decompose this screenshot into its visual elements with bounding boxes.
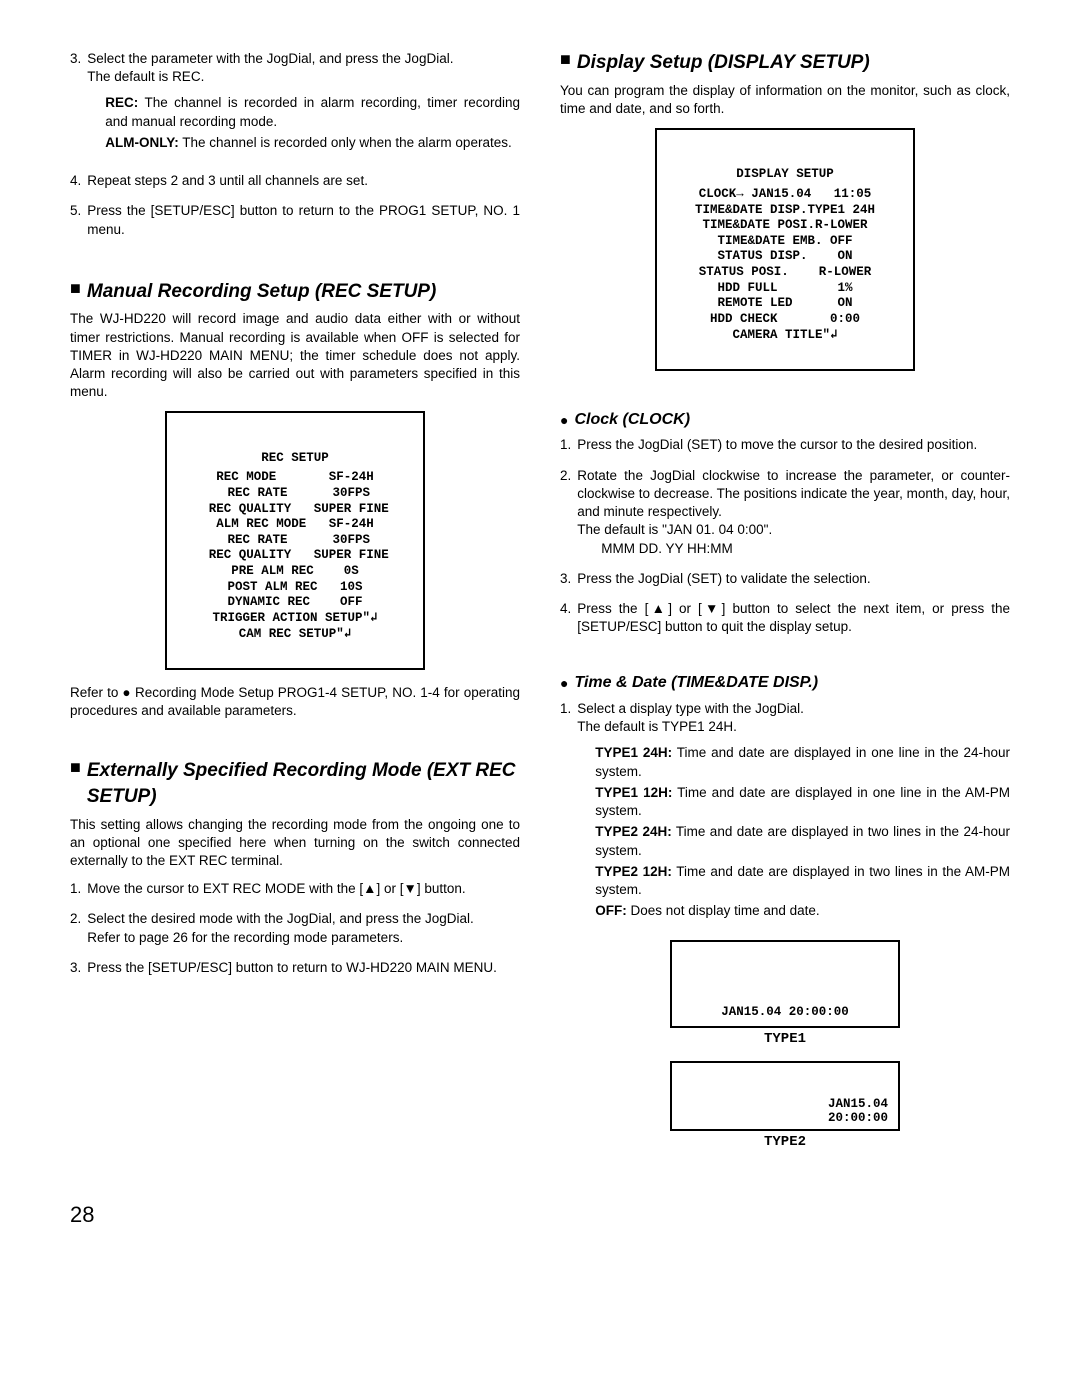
square-icon: ■ <box>70 279 81 297</box>
step-number: 5. <box>70 202 81 238</box>
rec-ref: Refer to ● Recording Mode Setup PROG1-4 … <box>70 684 520 720</box>
rec-setup-screen: REC SETUPREC MODE SF-24H REC RATE 30FPS … <box>165 411 425 669</box>
step-5: 5. Press the [SETUP/ESC] button to retur… <box>70 202 520 238</box>
clock-step-3: 3. Press the JogDial (SET) to validate t… <box>560 570 1010 588</box>
def-type1-24h: TYPE1 24H: Time and date are displayed i… <box>595 744 1010 780</box>
ext-step-1: 1. Move the cursor to EXT REC MODE with … <box>70 880 520 898</box>
ext-step-2: 2. Select the desired mode with the JogD… <box>70 910 520 946</box>
square-icon: ■ <box>560 50 571 68</box>
type1-preview: JAN15.04 20:00:00 <box>670 940 900 1028</box>
def-type1-12h: TYPE1 12H: Time and date are displayed i… <box>595 784 1010 820</box>
def-off: OFF: Does not display time and date. <box>595 902 1010 920</box>
type2-label: TYPE2 <box>560 1133 1010 1152</box>
disp-para: You can program the display of informati… <box>560 82 1010 118</box>
def-rec: REC: The channel is recorded in alarm re… <box>105 94 520 130</box>
step-number: 4. <box>70 172 81 190</box>
rec-setup-para: The WJ-HD220 will record image and audio… <box>70 310 520 401</box>
step-text: Select the parameter with the JogDial, a… <box>87 50 520 68</box>
bullet-icon: ● <box>560 676 568 690</box>
heading-time-date: ● Time & Date (TIME&DATE DISP.) <box>560 672 1010 694</box>
step-number: 3. <box>70 50 81 160</box>
step-sub: The default is REC. <box>87 68 520 86</box>
page-number: 28 <box>70 1200 1010 1230</box>
def-type2-24h: TYPE2 24H: Time and date are displayed i… <box>595 823 1010 859</box>
heading-clock: ● Clock (CLOCK) <box>560 409 1010 431</box>
def-alm-only: ALM-ONLY: The channel is recorded only w… <box>105 134 520 152</box>
heading-rec-setup: ■ Manual Recording Setup (REC SETUP) <box>70 279 520 305</box>
type1-label: TYPE1 <box>560 1030 1010 1049</box>
bullet-icon: ● <box>560 413 568 427</box>
td-step-1: 1. Select a display type with the JogDia… <box>560 700 1010 928</box>
clock-step-2: 2. Rotate the JogDial clockwise to incre… <box>560 467 1010 558</box>
ext-step-3: 3. Press the [SETUP/ESC] button to retur… <box>70 959 520 977</box>
left-column: 3. Select the parameter with the JogDial… <box>70 50 520 1164</box>
heading-display-setup: ■ Display Setup (DISPLAY SETUP) <box>560 50 1010 76</box>
ext-rec-para: This setting allows changing the recordi… <box>70 816 520 871</box>
right-column: ■ Display Setup (DISPLAY SETUP) You can … <box>560 50 1010 1164</box>
step-4: 4. Repeat steps 2 and 3 until all channe… <box>70 172 520 190</box>
def-type2-12h: TYPE2 12H: Time and date are displayed i… <box>595 863 1010 899</box>
heading-ext-rec: ■ Externally Specified Recording Mode (E… <box>70 758 520 809</box>
clock-step-4: 4. Press the [▲] or [▼] button to select… <box>560 600 1010 636</box>
clock-step-1: 1. Press the JogDial (SET) to move the c… <box>560 436 1010 454</box>
step-3: 3. Select the parameter with the JogDial… <box>70 50 520 160</box>
type2-preview: JAN15.04 20:00:00 <box>670 1061 900 1131</box>
square-icon: ■ <box>70 758 81 776</box>
display-setup-screen: DISPLAY SETUPCLOCK→ JAN15.04 11:05 TIME&… <box>655 128 915 371</box>
step-text: Press the [SETUP/ESC] button to return t… <box>87 202 520 238</box>
step-text: Repeat steps 2 and 3 until all channels … <box>87 172 520 190</box>
